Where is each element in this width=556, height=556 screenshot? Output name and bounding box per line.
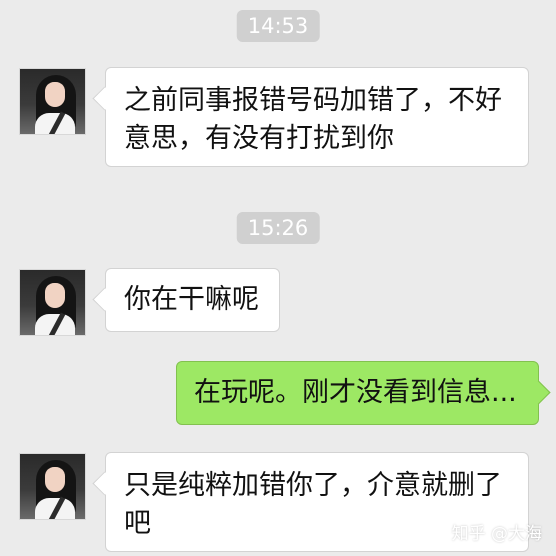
message-bubble-incoming[interactable]: 你在干嘛呢 (92, 268, 280, 332)
contact-avatar[interactable] (19, 68, 86, 135)
timestamp: 15:26 (236, 212, 320, 244)
contact-avatar[interactable] (19, 269, 86, 336)
timestamp: 14:53 (236, 10, 320, 42)
watermark: 知乎 @大海 (451, 524, 542, 544)
message-text: 你在干嘛呢 (124, 284, 259, 315)
contact-avatar[interactable] (19, 453, 86, 520)
message-text: 之前同事报错号码加错了，不好意思，有没有打扰到你 (124, 85, 502, 154)
message-bubble-incoming[interactable]: 之前同事报错号码加错了，不好意思，有没有打扰到你 (92, 67, 529, 167)
message-bubble-outgoing[interactable]: 在玩呢。刚才没看到信息... (176, 361, 551, 425)
message-text: 在玩呢。刚才没看到信息... (194, 377, 517, 408)
